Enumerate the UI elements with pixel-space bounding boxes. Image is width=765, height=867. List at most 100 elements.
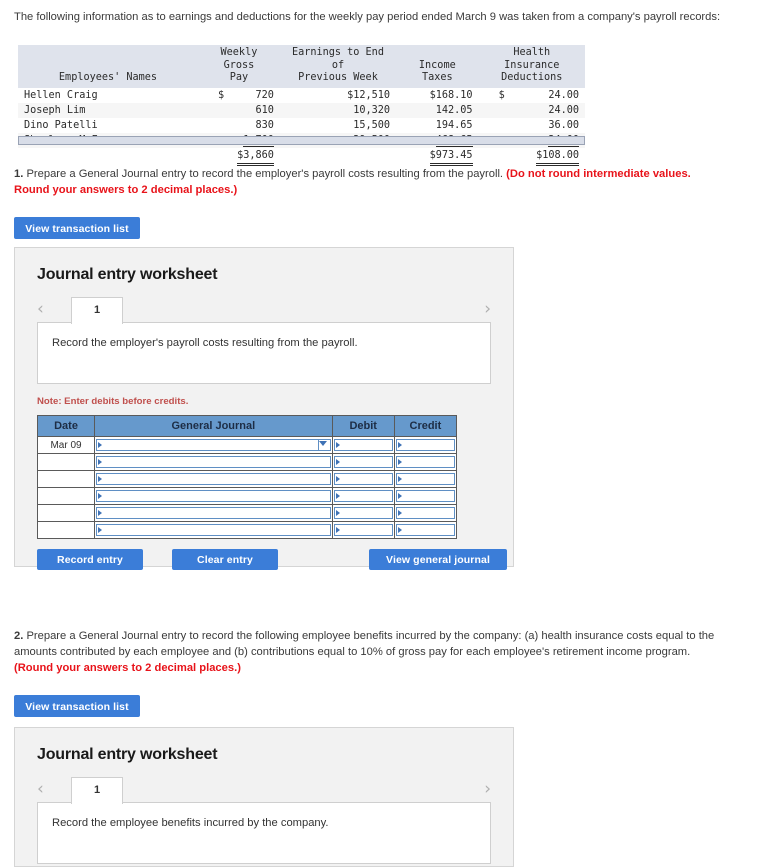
- payroll-table-body: Hellen Craig $720 $12,510 $168.10 $24.00…: [18, 87, 585, 167]
- cell-debit-input[interactable]: [331, 453, 395, 471]
- table-row-totals: $3,860 $973.45 $108.00: [18, 147, 585, 167]
- worksheet-instruction-box-2: Record the employee benefits incurred by…: [37, 802, 491, 864]
- cell-earnings-prev: 10,320: [279, 102, 397, 118]
- chevron-left-icon[interactable]: ‹: [37, 778, 44, 800]
- debit-input-3[interactable]: [333, 473, 393, 485]
- cell-employee-name: Hellen Craig: [18, 87, 198, 103]
- journal-entry-table-wrap-1: Date General Journal Debit Credit Mar 09: [36, 415, 458, 539]
- record-entry-button[interactable]: Record entry: [37, 549, 143, 570]
- account-dropdown-2[interactable]: [96, 456, 331, 468]
- worksheet-actions-1: Record entry Clear entry View general jo…: [15, 549, 513, 589]
- cell-credit-input[interactable]: [393, 521, 458, 539]
- worksheet-tab-2[interactable]: 1: [71, 777, 123, 804]
- cell-account-select[interactable]: [94, 521, 333, 539]
- credit-input-1[interactable]: [395, 439, 455, 451]
- cell-health-insurance: $24.00: [478, 87, 585, 103]
- payroll-table-head: Employees' Names Weekly Gross Pay Earnin…: [18, 45, 585, 88]
- table-row: Dino Patelli 830 15,500 194.65 36.00: [18, 117, 585, 133]
- journal-entry-table-head: Date General Journal Debit Credit: [36, 415, 458, 437]
- cell-debit-input[interactable]: [331, 504, 395, 522]
- credit-input-3[interactable]: [395, 473, 455, 485]
- question-1-number: 1.: [14, 168, 24, 180]
- account-dropdown-3[interactable]: [96, 473, 331, 485]
- col-credit: Credit: [393, 415, 458, 437]
- cell-account-select[interactable]: [94, 487, 333, 505]
- cell-debit-input[interactable]: [331, 470, 395, 488]
- journal-entry-table-body: Mar 09: [36, 436, 458, 539]
- table-row: [36, 521, 458, 539]
- debit-input-5[interactable]: [333, 507, 393, 519]
- intro-paragraph: The following information as to earnings…: [14, 11, 721, 23]
- payroll-data-table: Employees' Names Weekly Gross Pay Earnin…: [18, 45, 585, 167]
- credit-input-6[interactable]: [395, 524, 455, 536]
- cell-date: Mar 09: [36, 436, 96, 454]
- payroll-data-table-wrap: Employees' Names Weekly Gross Pay Earnin…: [18, 45, 585, 167]
- credit-input-2[interactable]: [395, 456, 455, 468]
- cell-total-earnings-prev: [279, 147, 397, 167]
- cell-debit-input[interactable]: [331, 436, 395, 454]
- cell-credit-input[interactable]: [393, 470, 458, 488]
- currency-symbol: $: [498, 89, 505, 101]
- cell-gross-pay: $720: [198, 87, 280, 103]
- question-2-body: Prepare a General Journal entry to recor…: [14, 630, 715, 658]
- cell-credit-input[interactable]: [393, 504, 458, 522]
- cell-total-income-taxes: $973.45: [396, 147, 479, 167]
- cell-total-health-insurance: $108.00: [478, 147, 585, 167]
- worksheet-instruction-text-1: Record the employer's payroll costs resu…: [52, 337, 358, 349]
- view-transaction-list-button-1[interactable]: View transaction list: [14, 217, 140, 239]
- col-earnings-previous-week: Earnings to End of Previous Week: [279, 45, 397, 88]
- chevron-right-icon[interactable]: ›: [484, 778, 491, 800]
- cell-debit-input[interactable]: [331, 487, 395, 505]
- cell-date: [36, 521, 96, 539]
- payroll-table-horizontal-scrollbar[interactable]: [18, 136, 585, 145]
- cell-account-select[interactable]: [94, 436, 333, 454]
- journal-entry-header-row: Date General Journal Debit Credit: [36, 415, 458, 437]
- chevron-down-icon[interactable]: [318, 441, 327, 446]
- cell-account-select[interactable]: [94, 470, 333, 488]
- cell-income-taxes: $168.10: [396, 87, 479, 103]
- worksheet-tab-1[interactable]: 1: [71, 297, 123, 324]
- debit-input-4[interactable]: [333, 490, 393, 502]
- account-dropdown-4[interactable]: [96, 490, 331, 502]
- account-dropdown-6[interactable]: [96, 524, 331, 536]
- chevron-left-icon[interactable]: ‹: [37, 298, 44, 320]
- credit-input-4[interactable]: [395, 490, 455, 502]
- debit-input-6[interactable]: [333, 524, 393, 536]
- cell-employee-name: Dino Patelli: [18, 117, 198, 133]
- cell-debit-input[interactable]: [331, 521, 395, 539]
- cell-credit-input[interactable]: [393, 453, 458, 471]
- account-dropdown-1[interactable]: [96, 439, 331, 451]
- col-employees-names: Employees' Names: [18, 45, 198, 88]
- question-1-body: Prepare a General Journal entry to recor…: [23, 168, 507, 180]
- cell-gross-pay: 830: [198, 117, 280, 133]
- cell-account-select[interactable]: [94, 504, 333, 522]
- worksheet-title-1: Journal entry worksheet: [37, 266, 218, 283]
- account-dropdown-5[interactable]: [96, 507, 331, 519]
- col-debit: Debit: [331, 415, 395, 437]
- chevron-right-icon[interactable]: ›: [484, 298, 491, 320]
- cell-earnings-prev: 15,500: [279, 117, 397, 133]
- question-2-text: 2. Prepare a General Journal entry to re…: [14, 628, 724, 676]
- question-1-text: 1. Prepare a General Journal entry to re…: [14, 166, 724, 198]
- cell-account-select[interactable]: [94, 453, 333, 471]
- col-health-insurance-deductions: Health Insurance Deductions: [478, 45, 585, 88]
- credit-input-5[interactable]: [395, 507, 455, 519]
- table-row: [36, 470, 458, 488]
- cell-totals-label: [18, 147, 198, 167]
- cell-credit-input[interactable]: [393, 436, 458, 454]
- value: $108.00: [536, 149, 579, 166]
- cell-date: [36, 504, 96, 522]
- view-transaction-list-button-2[interactable]: View transaction list: [14, 695, 140, 717]
- worksheet-instruction-text-2: Record the employee benefits incurred by…: [52, 817, 329, 829]
- debit-input-2[interactable]: [333, 456, 393, 468]
- question-2-emphasis: (Round your answers to 2 decimal places.…: [14, 662, 241, 674]
- view-general-journal-button[interactable]: View general journal: [369, 549, 507, 570]
- debit-input-1[interactable]: [333, 439, 393, 451]
- clear-entry-button[interactable]: Clear entry: [172, 549, 278, 570]
- cell-date: [36, 487, 96, 505]
- cell-gross-pay: 610: [198, 102, 280, 118]
- cell-credit-input[interactable]: [393, 487, 458, 505]
- cell-health-insurance: 36.00: [478, 117, 585, 133]
- table-row: [36, 504, 458, 522]
- worksheet-tabstrip-1: ‹ 1 ›: [15, 297, 513, 324]
